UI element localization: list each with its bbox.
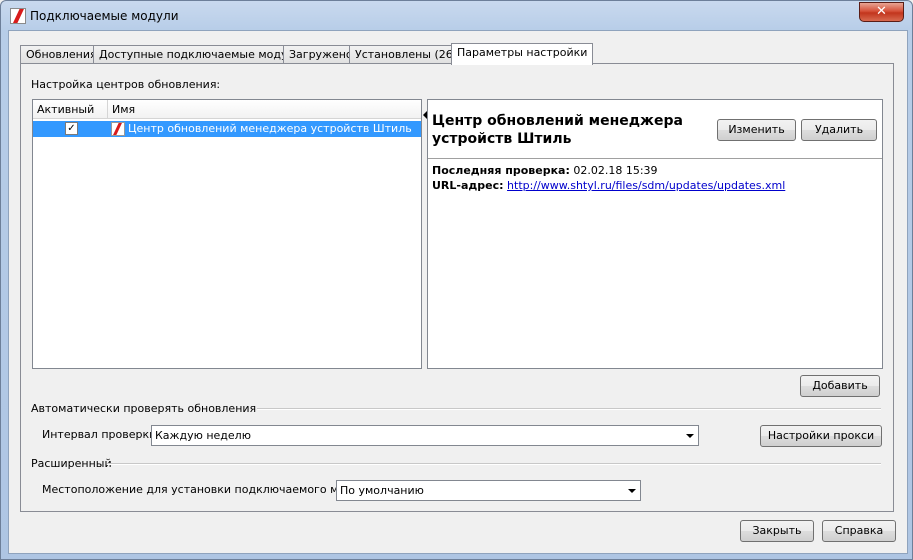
active-checkbox[interactable]: ✓ (65, 122, 78, 135)
auto-check-label: Автоматически проверять обновления (31, 402, 257, 415)
interval-value: Каждую неделю (155, 429, 251, 442)
close-button[interactable]: Закрыть (740, 520, 814, 542)
title-bar: Подключаемые модули ✕ (1, 1, 912, 31)
plugins-window: Подключаемые модули ✕ Обновления Доступн… (0, 0, 913, 560)
detail-divider (428, 158, 882, 159)
tab-available-plugins[interactable]: Доступные подключаемые модули (93, 45, 308, 64)
window-close-button[interactable]: ✕ (859, 2, 904, 22)
column-active[interactable]: Активный (37, 103, 94, 116)
proxy-settings-button[interactable]: Настройки прокси (760, 425, 882, 447)
update-centers-label: Настройка центров обновления: (31, 78, 221, 91)
update-centers-table[interactable]: Активный Имя ✓ Центр обновлений менеджер… (32, 99, 422, 369)
table-header: Активный Имя (33, 100, 421, 119)
tab-installed[interactable]: Установлены (26) (349, 45, 464, 64)
edit-button[interactable]: Изменить (717, 119, 796, 141)
tab-downloaded[interactable]: Загружено (283, 45, 359, 64)
tab-updates[interactable]: Обновления (20, 45, 103, 64)
advanced-label: Расширенный (31, 457, 112, 470)
settings-panel: Настройка центров обновления: Активный И… (20, 63, 894, 512)
detail-title: Центр обновлений менеджера устройств Шти… (432, 113, 683, 147)
window-title: Подключаемые модули (30, 9, 179, 23)
delete-button[interactable]: Удалить (801, 119, 877, 141)
app-logo-icon (10, 8, 26, 24)
last-check-label: Последняя проверка: (432, 164, 570, 177)
interval-select[interactable]: Каждую неделю (151, 425, 699, 446)
auto-check-divider (257, 408, 881, 410)
help-button[interactable]: Справка (822, 520, 896, 542)
url-label: URL-адрес: (432, 179, 504, 192)
dialog-client: Обновления Доступные подключаемые модули… (8, 30, 908, 554)
url-link[interactable]: http://www.shtyl.ru/files/sdm/updates/up… (507, 179, 785, 192)
table-row[interactable]: ✓ Центр обновлений менеджера устройств Ш… (33, 121, 421, 137)
update-center-name: Центр обновлений менеджера устройств Шти… (128, 122, 412, 135)
update-center-details: Центр обновлений менеджера устройств Шти… (427, 99, 883, 369)
chevron-down-icon (686, 434, 694, 438)
last-check-line: Последняя проверка: 02.02.18 15:39 (432, 164, 658, 177)
tab-settings[interactable]: Параметры настройки (451, 43, 594, 65)
column-divider[interactable] (107, 100, 108, 118)
column-name[interactable]: Имя (112, 103, 135, 116)
url-line: URL-адрес: http://www.shtyl.ru/files/sdm… (432, 179, 785, 192)
last-check-value: 02.02.18 15:39 (573, 164, 658, 177)
location-select[interactable]: По умолчанию (336, 480, 641, 501)
interval-label: Интервал проверки: (42, 428, 160, 441)
location-value: По умолчанию (340, 484, 424, 497)
update-center-icon (111, 122, 125, 136)
chevron-down-icon (628, 489, 636, 493)
advanced-divider (107, 463, 881, 465)
add-button[interactable]: Добавить (800, 375, 880, 397)
location-label: Местоположение для установки подключаемо… (42, 483, 373, 496)
